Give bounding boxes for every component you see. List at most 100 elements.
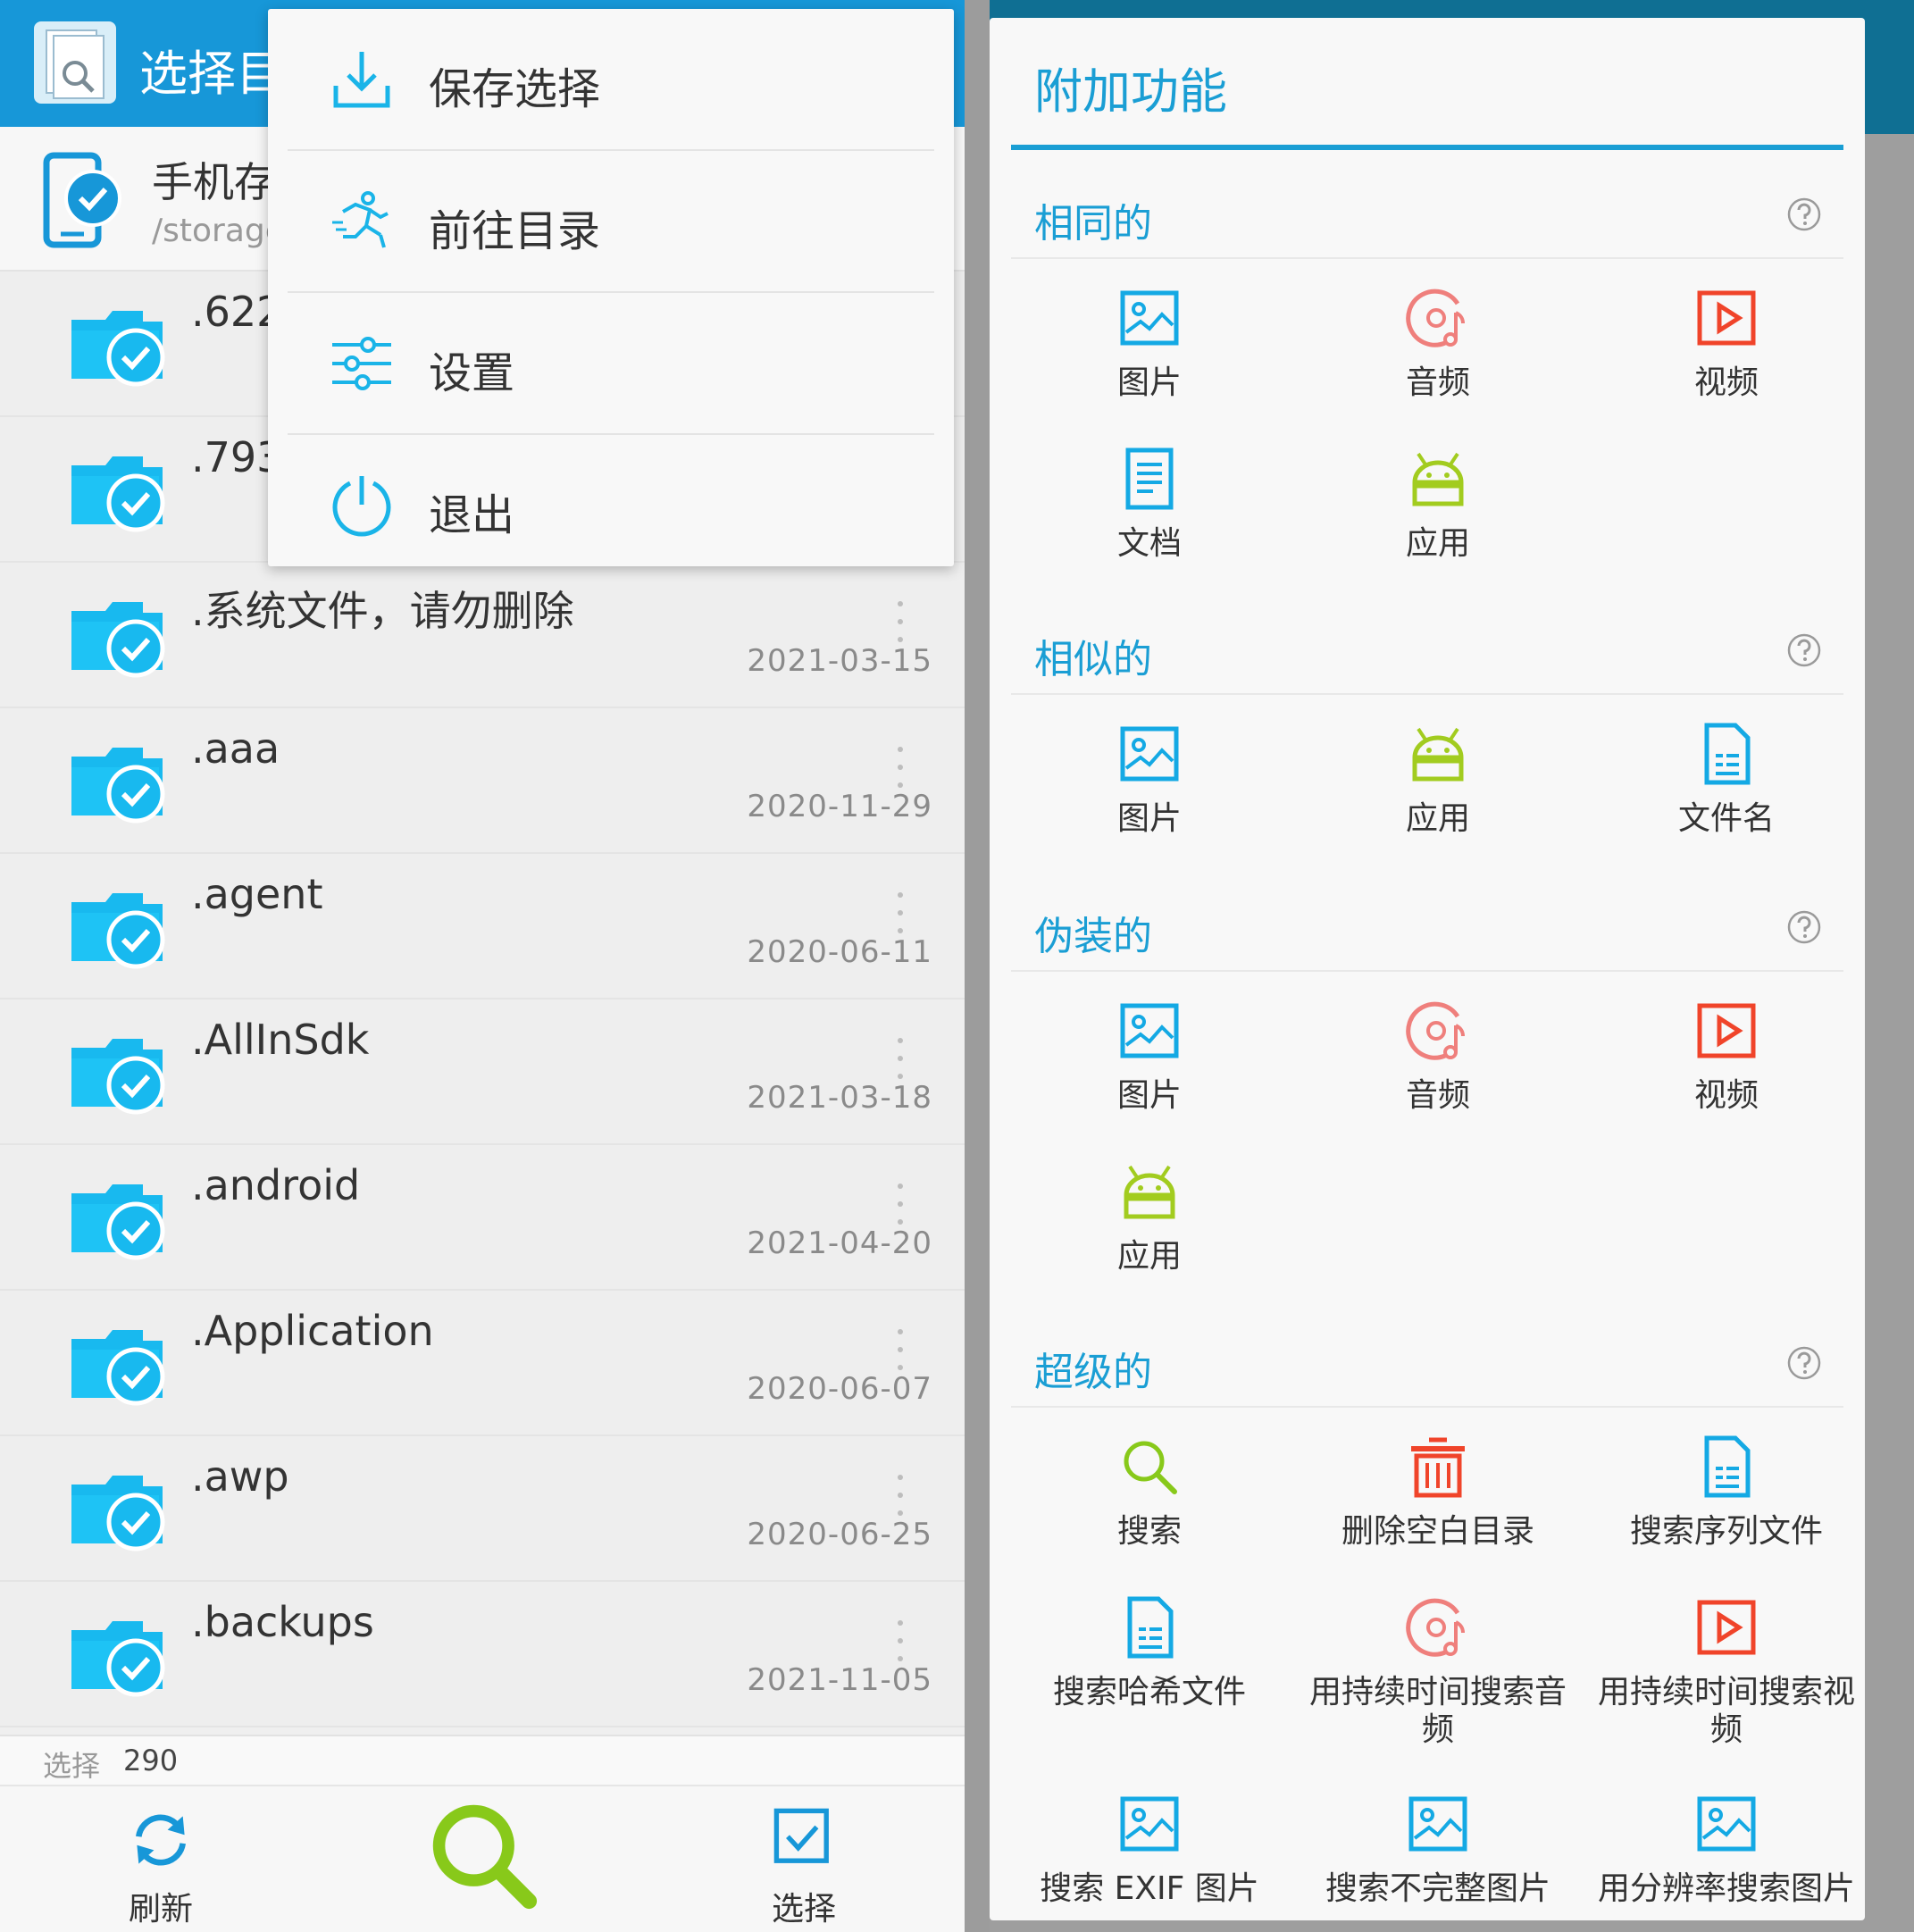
folder-row[interactable]: .系统文件，请勿删除 2021-03-15 [0,563,965,708]
file-name-icon [1704,723,1751,785]
folder-date: 2020-06-11 [747,934,932,970]
app-title: 选择目 [139,46,284,102]
menu-item-goto-directory[interactable]: 前往目录 [268,151,954,291]
folder-row[interactable]: .aaa 2020-11-29 [0,708,965,854]
folder-row[interactable]: .agent 2020-06-11 [0,854,965,999]
feature-button[interactable]: 用持续时间搜索音频 [1300,1595,1576,1749]
android-icon [1124,1165,1175,1219]
folder-check-icon [71,748,165,824]
more-vert-icon[interactable] [890,1468,911,1522]
menu-item-exit[interactable]: 退出 [268,435,954,575]
folder-row[interactable]: .Application 2020-06-07 [0,1291,965,1436]
feature-button[interactable]: 用分辨率搜索图片 [1588,1792,1865,1908]
menu-item-settings[interactable]: 设置 [268,293,954,433]
feature-label: 音频 [1405,1077,1470,1114]
help-icon[interactable] [1786,197,1822,232]
selection-count: 290 [123,1744,179,1777]
feature-button[interactable]: 应用 [1011,1159,1288,1275]
more-vert-icon[interactable] [890,1614,911,1668]
menu-label-settings: 设置 [429,348,515,398]
feature-label: 删除空白目录 [1341,1513,1534,1550]
folder-row[interactable]: .awp 2020-06-25 [0,1436,965,1582]
feature-label: 文件名 [1677,800,1775,837]
feature-label: 应用 [1405,525,1470,562]
help-icon[interactable] [1786,1345,1822,1381]
feature-label: 图片 [1116,800,1182,837]
feature-button[interactable]: 搜索 [1011,1434,1288,1551]
video-play-icon [1697,290,1756,346]
more-vert-icon[interactable] [890,1032,911,1085]
feature-button[interactable]: 删除空白目录 [1300,1434,1576,1551]
feature-label: 搜索序列文件 [1629,1513,1823,1550]
section-similar-header: 相似的 [1011,606,1843,695]
feature-button[interactable]: 图片 [1011,286,1288,402]
feature-button[interactable]: 应用 [1300,447,1576,563]
feature-button[interactable]: 文件名 [1588,722,1865,838]
menu-label-save-selection: 保存选择 [429,64,601,114]
feature-button[interactable]: 图片 [1011,999,1288,1115]
screen-divider [965,0,990,1932]
feature-button[interactable]: 图片 [1011,722,1288,838]
feature-button[interactable]: 搜索不完整图片 [1300,1792,1576,1908]
search-icon [1124,1441,1177,1494]
image-icon [1120,1003,1179,1058]
more-vert-icon[interactable] [890,1177,911,1231]
refresh-button[interactable]: 刷新 [107,1806,214,1929]
sliders-icon [332,337,391,390]
feature-button[interactable]: 视频 [1588,999,1865,1115]
feature-button[interactable]: 搜索哈希文件 [1011,1595,1288,1711]
menu-item-save-selection[interactable]: 保存选择 [268,9,954,149]
select-all-button[interactable]: 选择 [750,1806,857,1929]
folder-check-icon [71,893,165,969]
feature-label: 搜索不完整图片 [1325,1870,1550,1907]
folder-row[interactable]: .android 2021-04-20 [0,1145,965,1291]
more-vert-icon[interactable] [890,1323,911,1376]
more-vert-icon[interactable] [890,886,911,940]
feature-label: 图片 [1116,1077,1182,1114]
section-disguised-header: 伪装的 [1011,882,1843,972]
search-button[interactable] [427,1799,543,1911]
extra-features-dialog: 附加功能 相同的 图片 音频 视频 文档 应用 相似的 图片 应用 文件名 伪装的 图片 音频 视频 应用超… [990,18,1865,1920]
feature-label: 用分辨率搜索图片 [1597,1870,1855,1907]
image-icon [1697,1796,1756,1852]
feature-button[interactable]: 视频 [1588,286,1865,402]
feature-button[interactable]: 搜索 EXIF 图片 [1011,1792,1288,1908]
section-title: 伪装的 [1034,914,1152,959]
document-icon [1125,447,1174,510]
feature-label: 文档 [1116,525,1182,562]
audio-disc-icon [1406,1001,1465,1060]
feature-button[interactable]: 应用 [1300,722,1576,838]
folder-check-icon [71,1476,165,1551]
image-icon [1120,726,1179,782]
phone-check-icon [43,152,121,248]
video-play-icon [1697,1003,1756,1058]
image-icon [1120,290,1179,346]
feature-button[interactable]: 用持续时间搜索视频 [1588,1595,1865,1749]
feature-label: 搜索 EXIF 图片 [1040,1870,1259,1907]
feature-label: 应用 [1116,1238,1182,1275]
menu-label-goto-directory: 前往目录 [429,206,601,256]
folder-row[interactable]: .backups 2021-11-05 [0,1582,965,1727]
video-play-icon [1697,1600,1756,1655]
feature-button[interactable]: 搜索序列文件 [1588,1434,1865,1551]
audio-disc-icon [1406,1598,1465,1657]
feature-button[interactable]: 音频 [1300,999,1576,1115]
feature-label: 视频 [1693,1077,1759,1114]
image-icon [1120,1796,1179,1852]
help-icon[interactable] [1786,909,1822,945]
android-icon [1412,727,1464,782]
more-vert-icon[interactable] [890,595,911,648]
image-icon [1408,1796,1467,1852]
more-vert-icon[interactable] [890,740,911,794]
folder-name: .AllInSdk [191,1016,370,1064]
folder-name: .backups [191,1598,374,1646]
feature-button[interactable]: 音频 [1300,286,1576,402]
folder-check-icon [71,311,165,387]
feature-button[interactable]: 文档 [1011,447,1288,563]
overflow-menu: 保存选择 前往目录 设置 退出 [268,9,954,566]
refresh-icon [136,1814,186,1866]
feature-label: 用持续时间搜索音频 [1308,1674,1567,1748]
folder-check-icon [71,1621,165,1697]
folder-row[interactable]: .AllInSdk 2021-03-18 [0,999,965,1145]
help-icon[interactable] [1786,632,1822,668]
